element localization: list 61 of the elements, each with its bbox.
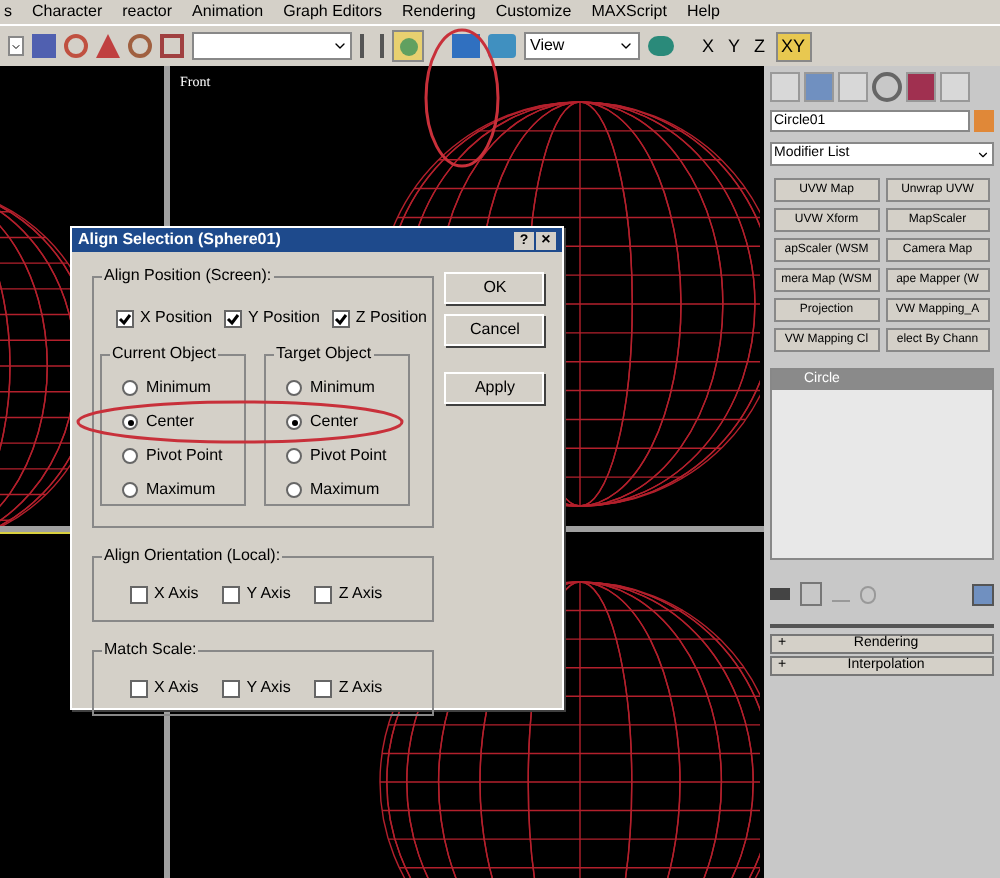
checkbox-label: X Axis (154, 676, 199, 700)
menu-item[interactable]: reactor (122, 0, 173, 24)
radio-label: Maximum (310, 478, 380, 502)
checkbox-label: X Position (140, 306, 213, 330)
radio-label: Center (310, 410, 359, 434)
group-title: Target Object (274, 344, 374, 364)
menu-item[interactable]: Graph Editors (283, 0, 382, 24)
checkbox-label: X Axis (154, 582, 199, 606)
menu-item[interactable]: Help (686, 0, 720, 24)
checkbox[interactable] (331, 309, 350, 327)
menu-item[interactable]: Animation (192, 0, 264, 24)
checkbox-label: Z Axis (338, 582, 383, 606)
checkbox[interactable] (222, 585, 241, 603)
radio-button[interactable] (122, 414, 138, 430)
axis-button[interactable]: XY (775, 31, 812, 61)
checkbox[interactable] (224, 309, 243, 327)
checkbox-label: Y Axis (246, 582, 291, 606)
radio-button[interactable] (286, 448, 302, 464)
checkbox[interactable] (130, 679, 148, 697)
axis-button[interactable]: Y (724, 31, 745, 61)
annotation-ellipse (424, 28, 500, 168)
radio-button[interactable] (122, 380, 138, 396)
radio-button[interactable] (122, 448, 138, 464)
group-title: Match Scale: (102, 640, 199, 660)
radio-label: Maximum (146, 478, 216, 502)
close-button[interactable]: × (536, 231, 556, 249)
axis-button[interactable]: X (698, 31, 719, 61)
view-dropdown[interactable]: View (524, 32, 640, 60)
radio-label: Center (146, 410, 195, 434)
dialog-button[interactable]: OK (444, 272, 545, 304)
menu-item[interactable]: s (4, 0, 12, 24)
object-color-swatch[interactable] (974, 110, 994, 132)
menu-item[interactable]: Customize (495, 0, 572, 24)
radio-button[interactable] (122, 482, 138, 498)
radio-button[interactable] (286, 414, 302, 430)
checkbox-label: Z Position (355, 306, 427, 330)
radio-label: Pivot Point (310, 444, 387, 468)
group-title: Current Object (110, 344, 219, 364)
radio-label: Pivot Point (146, 444, 223, 468)
axis-button[interactable]: Z (750, 31, 770, 61)
group-title: Align Orientation (Local): (102, 546, 283, 566)
checkbox[interactable] (314, 679, 333, 697)
checkbox-label: Y Position (248, 306, 320, 330)
radio-button[interactable] (286, 482, 302, 498)
checkbox-label: Z Axis (338, 676, 383, 700)
checkbox-label: Y Axis (246, 676, 291, 700)
menu-item[interactable]: Character (32, 0, 103, 24)
checkbox[interactable] (222, 679, 241, 697)
checkbox[interactable] (116, 309, 134, 327)
dialog-button[interactable]: Cancel (444, 314, 545, 346)
dialog-title: Align Selection (Sphere01) (78, 228, 281, 252)
group-title: Align Position (Screen): (102, 266, 274, 286)
radio-label: Minimum (310, 376, 375, 400)
menu-item[interactable]: MAXScript (591, 0, 667, 24)
radio-button[interactable] (286, 380, 302, 396)
checkbox[interactable] (130, 585, 148, 603)
radio-label: Minimum (146, 376, 211, 400)
dialog-button[interactable]: Apply (444, 372, 545, 404)
menu-item[interactable]: Rendering (401, 0, 476, 24)
align-tool-button[interactable] (392, 30, 424, 62)
checkbox[interactable] (314, 585, 333, 603)
